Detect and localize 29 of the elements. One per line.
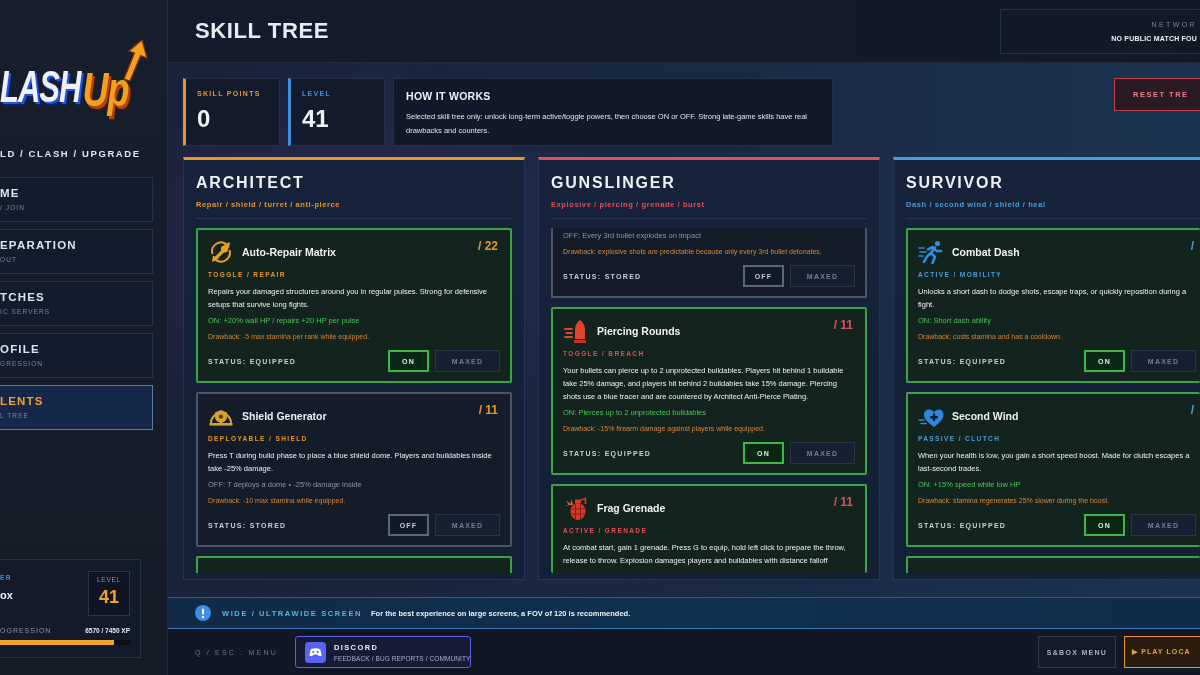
running-figure-icon (918, 239, 944, 265)
info-title: HOW IT WORKS (406, 90, 492, 103)
logo-text: Up (82, 61, 129, 119)
logo-text: LASH (0, 60, 81, 112)
level-value: 41 (99, 586, 119, 608)
stat-value: 41 (302, 105, 329, 133)
skill-title: Piercing Rounds (597, 325, 681, 337)
skill-title: Combat Dash (952, 246, 1020, 258)
skill-title: Shield Generator (242, 410, 327, 422)
skill-rank: / (1190, 239, 1194, 253)
skill-title: Second Wind (952, 410, 1019, 422)
column-title: ARCHITECT (196, 173, 305, 193)
controller-icon (304, 641, 326, 663)
column-title: SURVIVOR (906, 173, 1004, 193)
alert-icon (195, 605, 211, 621)
skill-rank: / (1190, 403, 1194, 417)
skill-rank: / 11 (478, 403, 498, 417)
skill-rank: / 11 (833, 318, 853, 332)
skill-rank: / 22 (478, 239, 498, 253)
bullet-icon (563, 318, 589, 344)
skill-rank: / 11 (833, 495, 853, 509)
page-title: SKILL TREE (195, 18, 329, 44)
tagline: LD / CLASH / UPGRADE (0, 148, 141, 160)
stat-value: 0 (197, 105, 211, 133)
player-name: ox (0, 589, 13, 602)
skill-title: Frag Grenade (597, 502, 666, 514)
skill-title: Auto-Repair Matrix (242, 246, 336, 258)
column-title: GUNSLINGER (551, 173, 676, 193)
wrench-icon (208, 239, 234, 265)
